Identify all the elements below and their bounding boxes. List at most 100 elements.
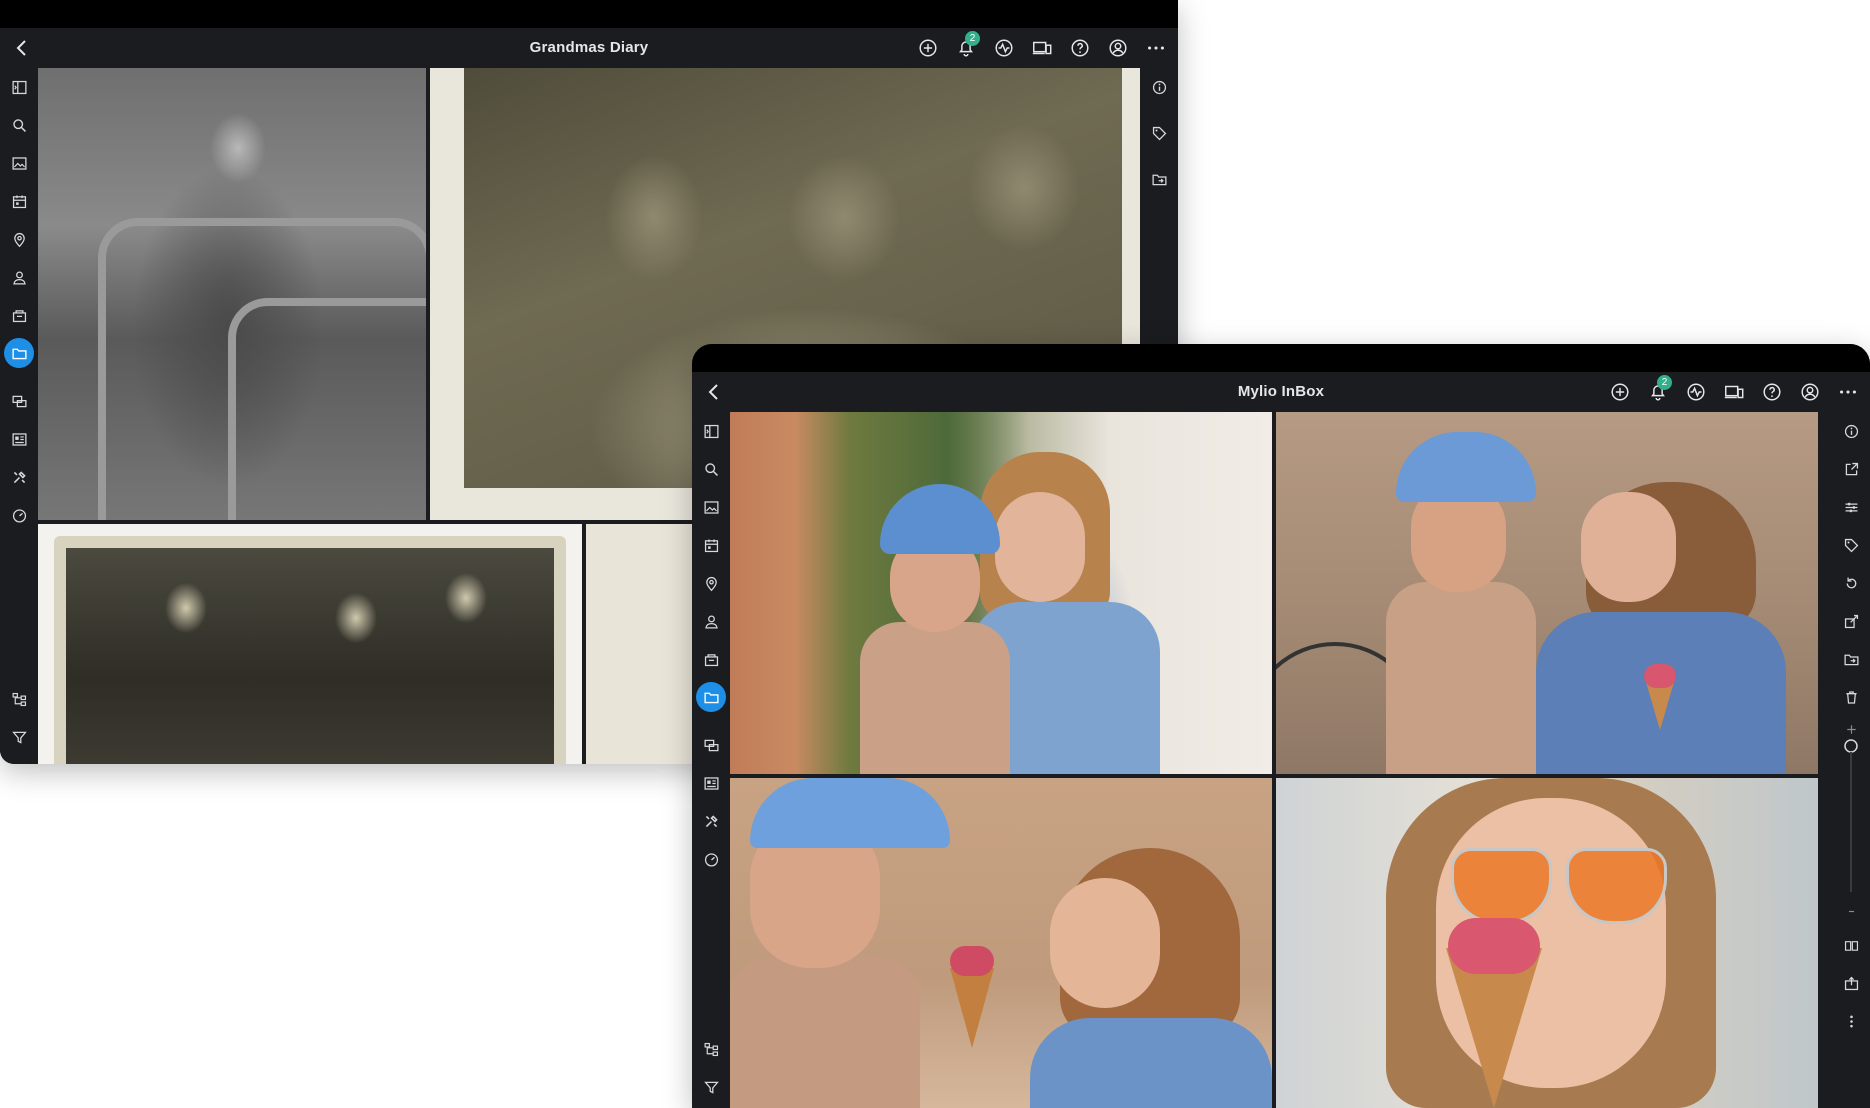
notifications-button[interactable]: 2 — [1646, 375, 1672, 404]
people-button[interactable] — [696, 606, 726, 636]
activity-button[interactable] — [1684, 380, 1708, 404]
search-button[interactable] — [4, 110, 34, 140]
photo-detail — [1386, 582, 1536, 774]
dashboard-icon — [704, 852, 718, 867]
panel-toggle-icon — [11, 80, 27, 94]
zoom-out-button[interactable] — [1836, 896, 1866, 926]
albums-icon — [703, 776, 719, 790]
more-vertical-button[interactable] — [1836, 1006, 1866, 1036]
map-button[interactable] — [4, 224, 34, 254]
notifications-button[interactable]: 2 — [954, 31, 980, 60]
panel-toggle-button[interactable] — [4, 72, 34, 102]
filter-icon — [11, 731, 27, 744]
more-button[interactable] — [1836, 380, 1860, 404]
rotate-icon — [1846, 577, 1856, 588]
filter-button[interactable] — [696, 1072, 726, 1102]
rotate-button[interactable] — [1836, 568, 1866, 598]
search-button[interactable] — [696, 454, 726, 484]
photos-button[interactable] — [4, 148, 34, 178]
devices-button[interactable] — [1722, 380, 1746, 404]
photo-ice-cream-laugh[interactable] — [1276, 412, 1818, 774]
photo-detail — [1646, 682, 1674, 730]
activity-button[interactable] — [992, 36, 1016, 60]
sources-button[interactable] — [696, 730, 726, 760]
photo-detail — [950, 946, 994, 976]
events-icon — [12, 309, 26, 322]
add-button[interactable] — [1608, 380, 1632, 404]
tag-button[interactable] — [1144, 118, 1174, 148]
info-button[interactable] — [1836, 416, 1866, 446]
photo-child-playground[interactable] — [38, 68, 426, 520]
tag-icon — [1152, 126, 1166, 140]
book-button[interactable] — [1836, 930, 1866, 960]
account-button[interactable] — [1106, 36, 1130, 60]
photo-image — [66, 548, 554, 764]
info-button[interactable] — [1144, 72, 1174, 102]
people-button[interactable] — [4, 262, 34, 292]
hierarchy-button[interactable] — [696, 1034, 726, 1064]
export-icon — [1844, 976, 1858, 990]
sources-icon — [703, 739, 719, 751]
account-button[interactable] — [1798, 380, 1822, 404]
folders-button[interactable] — [4, 338, 34, 368]
calendar-button[interactable] — [696, 530, 726, 560]
tag-icon — [1844, 538, 1858, 552]
photo-tongues-out[interactable] — [730, 778, 1272, 1108]
sources-icon — [11, 395, 27, 407]
tools-button[interactable] — [4, 462, 34, 492]
edit-icon — [1844, 614, 1858, 628]
photo-mother-son-hug[interactable] — [730, 412, 1272, 774]
events-button[interactable] — [696, 644, 726, 674]
share-button[interactable] — [1836, 454, 1866, 484]
dashboard-button[interactable] — [4, 500, 34, 530]
help-button[interactable] — [1760, 380, 1784, 404]
calendar-icon — [704, 539, 718, 552]
person-icon — [12, 271, 26, 285]
hierarchy-button[interactable] — [4, 684, 34, 714]
folders-button[interactable] — [696, 682, 726, 712]
photo-group-portrait[interactable] — [38, 524, 582, 764]
devices-button[interactable] — [1030, 36, 1054, 60]
photo-detail — [950, 968, 994, 1048]
zoom-in-icon — [1846, 724, 1856, 734]
events-button[interactable] — [4, 300, 34, 330]
photo-detail — [1448, 918, 1540, 974]
info-icon — [1152, 80, 1166, 94]
photo-woman-sunglasses[interactable] — [1276, 778, 1818, 1108]
zoom-slider[interactable] — [1836, 736, 1866, 896]
photos-button[interactable] — [696, 492, 726, 522]
zoom-out-icon — [1848, 910, 1854, 912]
tools-button[interactable] — [696, 806, 726, 836]
sources-button[interactable] — [4, 386, 34, 416]
tag-button[interactable] — [1836, 530, 1866, 560]
person-icon — [704, 615, 718, 629]
folders-icon — [703, 692, 719, 703]
add-button[interactable] — [916, 36, 940, 60]
export-button[interactable] — [1836, 968, 1866, 998]
add-icon — [1611, 383, 1629, 401]
edit-button[interactable] — [1836, 606, 1866, 636]
window-top-strip — [0, 0, 1178, 28]
notification-badge: 2 — [965, 31, 980, 46]
left-sidebar — [0, 68, 38, 764]
help-button[interactable] — [1068, 36, 1092, 60]
more-button[interactable] — [1144, 36, 1168, 60]
map-button[interactable] — [696, 568, 726, 598]
move-to-folder-icon — [1843, 654, 1859, 665]
albums-button[interactable] — [696, 768, 726, 798]
trash-button[interactable] — [1836, 682, 1866, 712]
calendar-button[interactable] — [4, 186, 34, 216]
move-to-folder-button[interactable] — [1836, 644, 1866, 674]
adjust-icon — [1845, 502, 1857, 512]
move-to-folder-icon — [1151, 174, 1167, 185]
albums-button[interactable] — [4, 424, 34, 454]
filter-button[interactable] — [4, 722, 34, 752]
panel-toggle-button[interactable] — [696, 416, 726, 446]
photo-detail — [1644, 664, 1676, 688]
adjust-button[interactable] — [1836, 492, 1866, 522]
dashboard-button[interactable] — [696, 844, 726, 874]
help-icon — [1763, 383, 1781, 401]
activity-icon — [1687, 383, 1705, 401]
move-to-folder-button[interactable] — [1144, 164, 1174, 194]
toolbar: 2 — [916, 28, 1168, 68]
